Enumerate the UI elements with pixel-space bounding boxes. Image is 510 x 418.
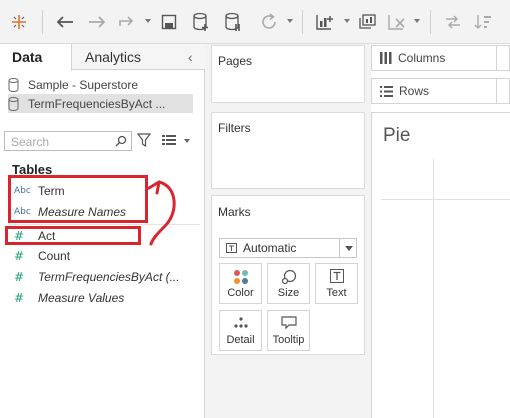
search-input[interactable]: Search	[4, 131, 132, 151]
new-worksheet-icon[interactable]	[312, 9, 338, 35]
detail-button[interactable]: Detail	[219, 310, 262, 351]
replay-icon[interactable]	[114, 9, 140, 35]
axis-line	[381, 199, 510, 200]
axis-line	[433, 159, 434, 418]
marks-card: Marks Automatic Color Size Text Detail T…	[211, 195, 365, 355]
chevron-down-icon	[345, 246, 353, 251]
redo-icon[interactable]	[84, 9, 110, 35]
detail-label: Detail	[226, 334, 255, 346]
mark-type-label: Automatic	[243, 241, 297, 255]
search-placeholder: Search	[11, 135, 50, 149]
size-label: Size	[277, 287, 300, 299]
filter-icon[interactable]	[137, 133, 151, 147]
color-button[interactable]: Color	[219, 263, 262, 304]
marks-title: Marks	[218, 205, 251, 219]
number-type-icon: #	[14, 249, 25, 263]
view-canvas[interactable]: Pie	[371, 112, 510, 418]
annotation-box-dimensions	[8, 175, 148, 223]
tableau-logo-icon[interactable]	[6, 9, 32, 35]
refresh-icon[interactable]	[256, 9, 282, 35]
text-label: Text	[326, 287, 347, 299]
field-count[interactable]: # Count	[14, 247, 70, 265]
rows-label: Rows	[399, 84, 430, 98]
field-label: Count	[38, 249, 71, 263]
text-icon	[329, 269, 344, 283]
mark-type-select[interactable]: Automatic	[219, 238, 357, 258]
duplicate-icon[interactable]	[354, 9, 380, 35]
tooltip-label: Tooltip	[272, 334, 305, 346]
tooltip-icon	[280, 316, 297, 330]
rows-shelf[interactable]: Rows	[371, 78, 510, 104]
annotation-arrow-icon	[147, 180, 176, 246]
sort-icon[interactable]	[470, 9, 496, 35]
size-button[interactable]: Size	[267, 263, 310, 304]
text-mark-icon	[226, 243, 237, 253]
text-button[interactable]: Text	[315, 263, 358, 304]
database-icon	[8, 96, 19, 111]
size-icon	[281, 269, 296, 285]
color-icon	[233, 270, 248, 284]
tab-data[interactable]: Data	[0, 44, 72, 71]
annotation-box-act	[5, 226, 141, 245]
data-pane-tabs: Data Analytics ‹	[0, 44, 205, 71]
datasource-label: Sample - Superstore	[28, 77, 139, 92]
number-type-icon: #	[14, 291, 25, 305]
chevron-down-icon[interactable]	[184, 139, 190, 143]
tab-analytics[interactable]: Analytics	[85, 44, 141, 70]
filters-title: Filters	[218, 121, 251, 135]
field-table-count[interactable]: # TermFrequenciesByAct (...	[14, 268, 180, 286]
undo-icon[interactable]	[52, 9, 78, 35]
field-label: TermFrequenciesByAct (...	[38, 270, 180, 284]
field-label: Measure Values	[38, 291, 125, 305]
datasource-item-selected[interactable]: TermFrequenciesByAct ...	[8, 94, 193, 113]
field-measure-values[interactable]: # Measure Values	[14, 289, 124, 307]
rows-icon	[380, 85, 393, 97]
color-label: Color	[227, 287, 254, 299]
database-icon	[8, 77, 19, 92]
columns-icon	[380, 52, 392, 64]
pages-card[interactable]: Pages	[211, 45, 365, 103]
view-list-icon[interactable]	[162, 135, 176, 145]
datasource-label: TermFrequenciesByAct ...	[28, 96, 166, 111]
datasource-item[interactable]: Sample - Superstore	[8, 75, 138, 94]
save-icon[interactable]	[156, 9, 182, 35]
toolbar	[0, 0, 510, 44]
cards-area: Pages Filters Marks Automatic Color Size…	[205, 44, 371, 418]
detail-icon	[233, 317, 248, 328]
number-type-icon: #	[14, 270, 25, 284]
pause-updates-icon[interactable]	[220, 9, 246, 35]
clear-icon[interactable]	[384, 9, 410, 35]
tooltip-button[interactable]: Tooltip	[267, 310, 310, 351]
collapse-pane-icon[interactable]: ‹	[188, 49, 193, 65]
pages-title: Pages	[218, 54, 253, 68]
columns-label: Columns	[398, 51, 446, 65]
columns-shelf[interactable]: Columns	[371, 45, 510, 71]
sheet-title[interactable]: Pie	[383, 125, 410, 147]
search-icon	[115, 135, 127, 147]
filters-card[interactable]: Filters	[211, 112, 365, 189]
swap-icon[interactable]	[440, 9, 466, 35]
new-datasource-icon[interactable]	[188, 9, 214, 35]
